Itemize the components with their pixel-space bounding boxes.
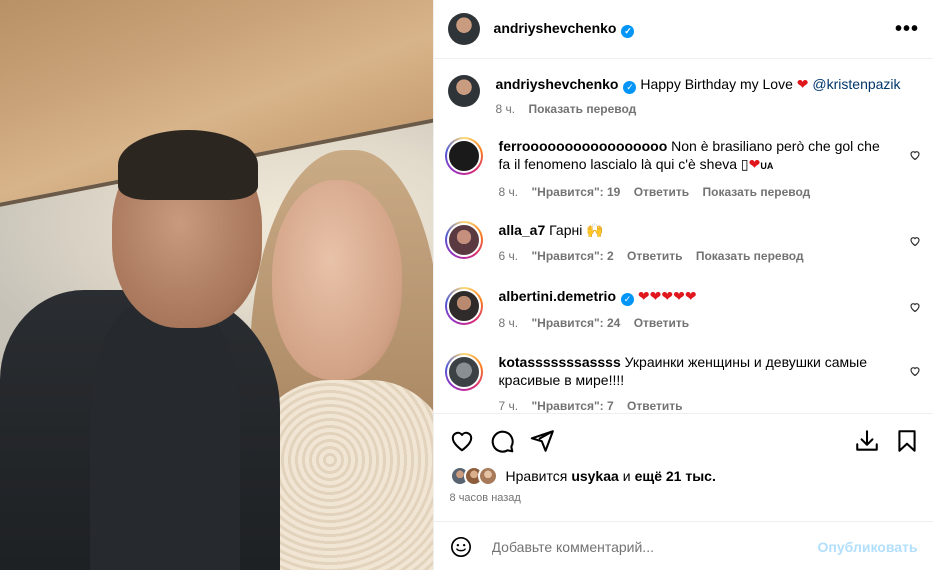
more-icon[interactable]: ••• bbox=[895, 18, 919, 41]
author-avatar[interactable] bbox=[447, 13, 480, 45]
liker-avatar bbox=[477, 466, 498, 486]
comment-likes-count[interactable]: "Нравится": 7 bbox=[531, 399, 613, 413]
comment-username[interactable]: albertini.demetrio bbox=[499, 288, 616, 304]
post-photo[interactable] bbox=[0, 0, 433, 570]
comment-username[interactable]: kotasssssssassss bbox=[499, 354, 621, 370]
caption-time[interactable]: 8 ч. bbox=[496, 102, 516, 116]
post-side-panel: andriyshevchenko ✓ ••• andriyshevchenko ✓ … bbox=[432, 0, 933, 571]
caption-translate-link[interactable]: Показать перевод bbox=[528, 102, 636, 116]
comment-text-line2: fa il fenomeno lascialo là qui c'è sheva bbox=[498, 156, 738, 172]
comment-time[interactable]: 7 ч. bbox=[499, 399, 519, 413]
flag-glyph: ▯ bbox=[740, 156, 749, 172]
raised-hands-emoji: 🙌 bbox=[586, 222, 604, 238]
commenter-avatar bbox=[446, 139, 481, 173]
emoji-icon[interactable] bbox=[450, 536, 472, 558]
comment-time[interactable]: 8 ч. bbox=[499, 185, 519, 199]
comment-item: ferrooooooooooooooooo Non è brasiliano p… bbox=[444, 137, 923, 201]
comment-text: Non è brasiliano però che gol che bbox=[671, 138, 880, 154]
caption-username[interactable]: andriyshevchenko bbox=[496, 76, 619, 92]
likes-user[interactable]: usykaa bbox=[571, 468, 618, 484]
comments-list[interactable]: andriyshevchenko ✓ Happy Birthday my Love… bbox=[434, 59, 933, 413]
hearts-emoji: ❤❤❤❤❤ bbox=[637, 288, 697, 304]
verified-icon: ✓ bbox=[621, 25, 635, 38]
bookmark-icon[interactable] bbox=[894, 428, 920, 454]
story-ring[interactable] bbox=[444, 221, 483, 259]
comment-likes-count[interactable]: "Нравится": 19 bbox=[531, 185, 620, 199]
comment-like-icon[interactable] bbox=[909, 365, 921, 377]
comment-text: Украинки женщины и девушки самые bbox=[624, 354, 868, 370]
comment-input[interactable] bbox=[489, 537, 794, 556]
like-icon[interactable] bbox=[449, 428, 475, 454]
heart-emoji: ❤ bbox=[796, 76, 809, 92]
woman-face bbox=[272, 180, 402, 380]
comment-item: alla_a7 Гарні 🙌 6 ч. "Нравится": 2 Ответ… bbox=[444, 221, 923, 265]
reply-button[interactable]: Ответить bbox=[634, 316, 689, 330]
commenter-avatar bbox=[446, 355, 481, 389]
likes-count[interactable]: ещё 21 тыс. bbox=[635, 468, 716, 484]
verified-icon: ✓ bbox=[623, 81, 637, 94]
caption-mention[interactable]: @kristenpazik bbox=[812, 76, 900, 92]
comment-text-line2: красивые в мире!!!! bbox=[498, 372, 625, 388]
post-time[interactable]: 8 часов назад bbox=[450, 492, 521, 504]
comment-username[interactable]: ferrooooooooooooooooo bbox=[499, 138, 668, 154]
comment-text: Гарні bbox=[549, 222, 583, 238]
story-ring[interactable] bbox=[444, 287, 483, 325]
post-button[interactable]: Опубликовать bbox=[818, 539, 918, 555]
reply-button[interactable]: Ответить bbox=[627, 249, 682, 263]
translate-link[interactable]: Показать перевод bbox=[702, 185, 810, 199]
comment-username[interactable]: alla_a7 bbox=[499, 222, 546, 238]
verified-icon: ✓ bbox=[621, 293, 634, 306]
reply-button[interactable]: Ответить bbox=[627, 399, 682, 413]
likes-and: и bbox=[622, 468, 631, 484]
comment-time[interactable]: 8 ч. bbox=[499, 316, 519, 330]
heart-emoji: ❤ bbox=[748, 156, 761, 172]
commenter-avatar bbox=[446, 223, 481, 257]
reply-button[interactable]: Ответить bbox=[634, 185, 689, 199]
comment-like-icon[interactable] bbox=[909, 149, 921, 161]
likes-summary[interactable]: Нравится usykaa и ещё 21 тыс. bbox=[449, 466, 716, 486]
post-header: andriyshevchenko ✓ ••• bbox=[433, 0, 933, 59]
caption-avatar[interactable] bbox=[447, 75, 480, 107]
caption-text: Happy Birthday my Love bbox=[640, 76, 793, 92]
man-hair bbox=[118, 130, 258, 200]
comment-likes-count[interactable]: "Нравится": 24 bbox=[531, 316, 620, 330]
comment-likes-count[interactable]: "Нравится": 2 bbox=[531, 249, 613, 263]
comment-time[interactable]: 6 ч. bbox=[499, 249, 519, 263]
action-bar bbox=[433, 413, 933, 468]
comment-item: kotasssssssassss Украинки женщины и деву… bbox=[444, 353, 923, 413]
story-ring[interactable] bbox=[444, 137, 483, 175]
story-ring[interactable] bbox=[444, 353, 483, 391]
comment-like-icon[interactable] bbox=[909, 235, 921, 247]
commenter-avatar bbox=[446, 289, 481, 323]
comment-item: albertini.demetrio ✓ ❤❤❤❤❤ 8 ч. "Нравится… bbox=[444, 287, 923, 332]
translate-link[interactable]: Показать перевод bbox=[696, 249, 804, 263]
comment-icon[interactable] bbox=[489, 428, 515, 454]
man-shirt bbox=[90, 300, 240, 570]
save-icon[interactable] bbox=[854, 428, 880, 454]
likes-prefix: Нравится bbox=[505, 468, 568, 484]
flag-ua: UA bbox=[760, 161, 774, 171]
author-username[interactable]: andriyshevchenko ✓ bbox=[494, 20, 635, 38]
caption: andriyshevchenko ✓ Happy Birthday my Love… bbox=[447, 75, 923, 118]
comment-composer: Опубликовать bbox=[433, 521, 933, 571]
share-icon[interactable] bbox=[529, 428, 555, 454]
comment-like-icon[interactable] bbox=[909, 301, 921, 313]
